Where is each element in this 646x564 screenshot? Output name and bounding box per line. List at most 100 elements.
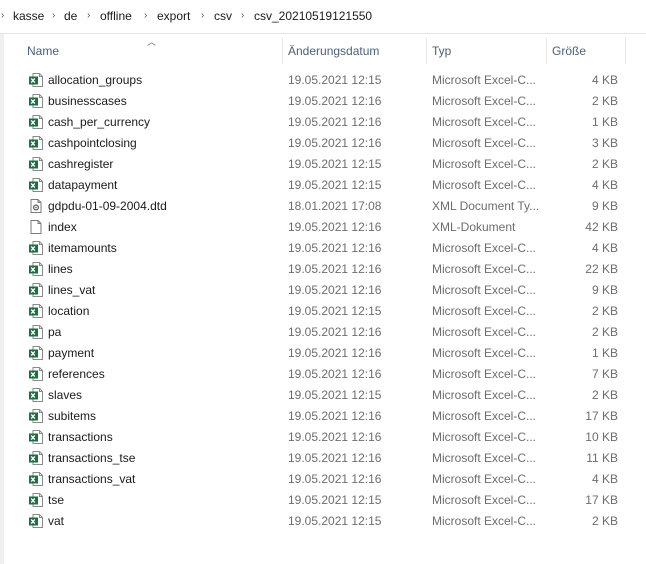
chevron-right-icon[interactable]: › xyxy=(144,10,147,21)
file-row[interactable]: tse 19.05.2021 12:15 Microsoft Excel-C..… xyxy=(4,490,644,511)
file-row[interactable]: businesscases 19.05.2021 12:16 Microsoft… xyxy=(4,91,644,112)
file-row[interactable]: cash_per_currency 19.05.2021 12:16 Micro… xyxy=(4,112,644,133)
column-header-date[interactable]: Änderungsdatum xyxy=(283,34,426,68)
column-header-size[interactable]: Größe xyxy=(547,34,625,68)
file-row[interactable]: slaves 19.05.2021 12:15 Microsoft Excel-… xyxy=(4,385,644,406)
file-row[interactable]: cashpointclosing 19.05.2021 12:16 Micros… xyxy=(4,133,644,154)
file-size: 2 KB xyxy=(591,388,618,402)
file-row[interactable]: gdpdu-01-09-2004.dtd 18.01.2021 17:08 XM… xyxy=(4,196,644,217)
file-date: 19.05.2021 12:16 xyxy=(288,346,382,360)
excel-csv-icon xyxy=(28,450,44,466)
chevron-right-icon[interactable]: › xyxy=(241,10,244,21)
dtd-file-icon xyxy=(28,198,44,214)
file-type: Microsoft Excel-C... xyxy=(432,94,537,108)
file-date: 19.05.2021 12:16 xyxy=(288,220,382,234)
file-name: cashpointclosing xyxy=(48,136,137,150)
file-name: slaves xyxy=(48,388,83,402)
file-name: pa xyxy=(48,325,62,339)
file-row[interactable]: pa 19.05.2021 12:16 Microsoft Excel-C...… xyxy=(4,322,644,343)
file-type: Microsoft Excel-C... xyxy=(432,73,537,87)
file-name: cashregister xyxy=(48,157,114,171)
file-date: 19.05.2021 12:16 xyxy=(288,262,382,276)
file-size: 4 KB xyxy=(591,472,618,486)
column-header-size-label: Größe xyxy=(552,44,587,58)
file-type: Microsoft Excel-C... xyxy=(432,262,537,276)
file-row[interactable]: vat 19.05.2021 12:15 Microsoft Excel-C..… xyxy=(4,511,644,532)
column-header-name[interactable]: ︿ Name xyxy=(4,34,282,68)
excel-csv-icon xyxy=(28,177,44,193)
excel-csv-icon xyxy=(28,324,44,340)
column-header-row: ︿ Name Änderungsdatum Typ Größe xyxy=(4,34,646,68)
file-name: transactions_tse xyxy=(48,451,136,465)
chevron-right-icon[interactable]: › xyxy=(87,10,90,21)
chevron-right-icon[interactable]: › xyxy=(201,10,204,21)
file-date: 19.05.2021 12:15 xyxy=(288,157,382,171)
file-date: 19.05.2021 12:15 xyxy=(288,304,382,318)
breadcrumb-item-csv-folder[interactable]: csv_20210519121550 xyxy=(254,9,372,23)
excel-csv-icon xyxy=(28,366,44,382)
file-type: Microsoft Excel-C... xyxy=(432,346,537,360)
file-size: 2 KB xyxy=(591,325,618,339)
excel-csv-icon xyxy=(28,471,44,487)
file-type: Microsoft Excel-C... xyxy=(432,178,537,192)
file-size: 2 KB xyxy=(591,157,618,171)
file-size: 10 KB xyxy=(585,430,618,444)
column-header-type[interactable]: Typ xyxy=(427,34,546,68)
file-row[interactable]: itemamounts 19.05.2021 12:16 Microsoft E… xyxy=(4,238,644,259)
file-type: XML Document Ty... xyxy=(432,199,540,213)
column-header-type-label: Typ xyxy=(432,44,452,58)
file-type: Microsoft Excel-C... xyxy=(432,451,537,465)
file-size: 2 KB xyxy=(591,94,618,108)
column-header-name-label: Name xyxy=(27,44,60,58)
file-row[interactable]: references 19.05.2021 12:16 Microsoft Ex… xyxy=(4,364,644,385)
file-size: 42 KB xyxy=(585,220,618,234)
file-type: Microsoft Excel-C... xyxy=(432,115,537,129)
file-row[interactable]: transactions_tse 19.05.2021 12:16 Micros… xyxy=(4,448,644,469)
file-type: Microsoft Excel-C... xyxy=(432,283,537,297)
file-date: 19.05.2021 12:16 xyxy=(288,241,382,255)
file-name: references xyxy=(48,367,105,381)
file-row[interactable]: cashregister 19.05.2021 12:15 Microsoft … xyxy=(4,154,644,175)
file-size: 2 KB xyxy=(591,304,618,318)
file-size: 7 KB xyxy=(591,367,618,381)
file-size: 3 KB xyxy=(591,136,618,150)
excel-csv-icon xyxy=(28,72,44,88)
file-name: cash_per_currency xyxy=(48,115,151,129)
file-size: 17 KB xyxy=(585,409,618,423)
file-name: datapayment xyxy=(48,178,118,192)
chevron-right-icon[interactable]: › xyxy=(1,10,4,21)
blank-file-icon xyxy=(28,219,44,235)
file-date: 19.05.2021 12:16 xyxy=(288,136,382,150)
breadcrumb-item-kasse[interactable]: kasse xyxy=(13,9,44,23)
file-name: businesscases xyxy=(48,94,127,108)
file-row[interactable]: lines 19.05.2021 12:16 Microsoft Excel-C… xyxy=(4,259,644,280)
file-row[interactable]: transactions 19.05.2021 12:16 Microsoft … xyxy=(4,427,644,448)
chevron-right-icon[interactable]: › xyxy=(52,10,55,21)
excel-csv-icon xyxy=(28,114,44,130)
file-row[interactable]: transactions_vat 19.05.2021 12:16 Micros… xyxy=(4,469,644,490)
file-name: allocation_groups xyxy=(48,73,143,87)
file-row[interactable]: subitems 19.05.2021 12:16 Microsoft Exce… xyxy=(4,406,644,427)
column-divider[interactable] xyxy=(625,38,626,64)
breadcrumb-item-offline[interactable]: offline xyxy=(100,9,132,23)
breadcrumb-item-de[interactable]: de xyxy=(64,9,77,23)
file-name: tse xyxy=(48,493,65,507)
file-row[interactable]: location 19.05.2021 12:15 Microsoft Exce… xyxy=(4,301,644,322)
file-row[interactable]: payment 19.05.2021 12:16 Microsoft Excel… xyxy=(4,343,644,364)
file-size: 1 KB xyxy=(591,346,618,360)
file-date: 19.05.2021 12:16 xyxy=(288,409,382,423)
file-size: 9 KB xyxy=(591,199,618,213)
sort-ascending-icon: ︿ xyxy=(147,37,157,47)
excel-csv-icon xyxy=(28,303,44,319)
breadcrumb-item-export[interactable]: export xyxy=(157,9,190,23)
file-type: Microsoft Excel-C... xyxy=(432,493,537,507)
file-list: allocation_groups 19.05.2021 12:15 Micro… xyxy=(4,70,644,532)
excel-csv-icon xyxy=(28,387,44,403)
file-row[interactable]: allocation_groups 19.05.2021 12:15 Micro… xyxy=(4,70,644,91)
file-row[interactable]: index 19.05.2021 12:16 XML-Dokument 42 K… xyxy=(4,217,644,238)
file-row[interactable]: datapayment 19.05.2021 12:15 Microsoft E… xyxy=(4,175,644,196)
breadcrumb-item-csv[interactable]: csv xyxy=(214,9,232,23)
file-size: 22 KB xyxy=(585,262,618,276)
file-row[interactable]: lines_vat 19.05.2021 12:16 Microsoft Exc… xyxy=(4,280,644,301)
file-name: lines xyxy=(48,262,73,276)
